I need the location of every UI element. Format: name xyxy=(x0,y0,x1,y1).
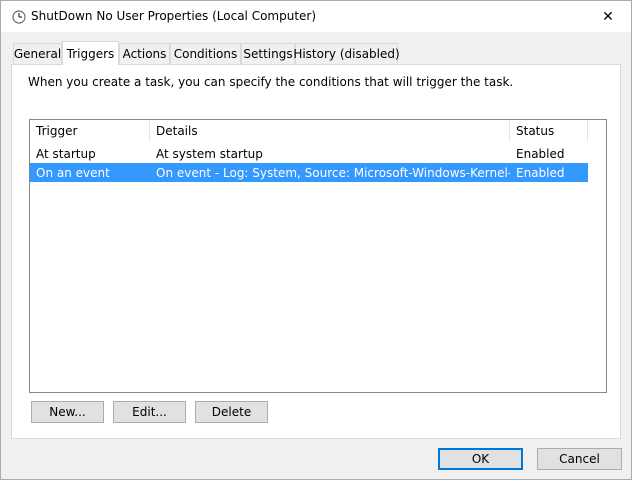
tab-triggers[interactable]: Triggers xyxy=(62,41,119,65)
trigger-cell: On an event xyxy=(36,165,110,180)
list-header: Trigger Details Status xyxy=(30,120,606,143)
triggers-tab-page: When you create a task, you can specify … xyxy=(11,64,621,439)
ok-button[interactable]: OK xyxy=(438,448,523,470)
status-cell: Enabled xyxy=(516,165,565,180)
edit-trigger-button[interactable]: Edit... xyxy=(113,401,186,423)
delete-trigger-button[interactable]: Delete xyxy=(195,401,268,423)
tab-conditions[interactable]: Conditions xyxy=(170,43,241,64)
column-header-status[interactable]: Status xyxy=(510,120,588,142)
close-icon: ✕ xyxy=(602,8,614,25)
trigger-list[interactable]: Trigger Details Status At startup At sys… xyxy=(29,119,607,393)
tab-label: History (disabled) xyxy=(293,47,400,61)
column-header-details[interactable]: Details xyxy=(150,120,510,142)
tab-general[interactable]: General xyxy=(13,43,62,64)
window-title: ShutDown No User Properties (Local Compu… xyxy=(31,9,317,23)
column-label: Status xyxy=(516,124,555,138)
column-label: Details xyxy=(156,124,198,138)
column-label: Trigger xyxy=(36,124,78,138)
tab-label: Settings xyxy=(243,47,293,61)
title-bar[interactable]: ShutDown No User Properties (Local Compu… xyxy=(1,1,631,32)
close-button[interactable]: ✕ xyxy=(585,1,631,32)
tab-label: Actions xyxy=(122,47,167,61)
trigger-cell: At startup xyxy=(36,146,96,161)
details-cell: On event - Log: System, Source: Microsof… xyxy=(156,165,510,180)
tab-label: Triggers xyxy=(66,46,115,61)
tab-history[interactable]: History (disabled) xyxy=(293,43,400,64)
details-cell: At system startup xyxy=(156,146,263,161)
cancel-button[interactable]: Cancel xyxy=(537,448,622,470)
new-trigger-button[interactable]: New... xyxy=(31,401,104,423)
tab-actions[interactable]: Actions xyxy=(119,43,170,64)
table-row-selected[interactable]: On an event On event - Log: System, Sour… xyxy=(30,163,588,182)
tab-settings[interactable]: Settings xyxy=(241,43,295,64)
clock-icon xyxy=(12,10,26,24)
status-cell: Enabled xyxy=(516,146,565,161)
tab-label: Conditions xyxy=(173,47,238,61)
column-header-trigger[interactable]: Trigger xyxy=(30,120,150,142)
properties-dialog: ShutDown No User Properties (Local Compu… xyxy=(0,0,632,480)
table-row[interactable]: At startup At system startup Enabled xyxy=(30,144,588,163)
intro-text: When you create a task, you can specify … xyxy=(28,75,514,89)
tab-label: General xyxy=(13,47,62,61)
